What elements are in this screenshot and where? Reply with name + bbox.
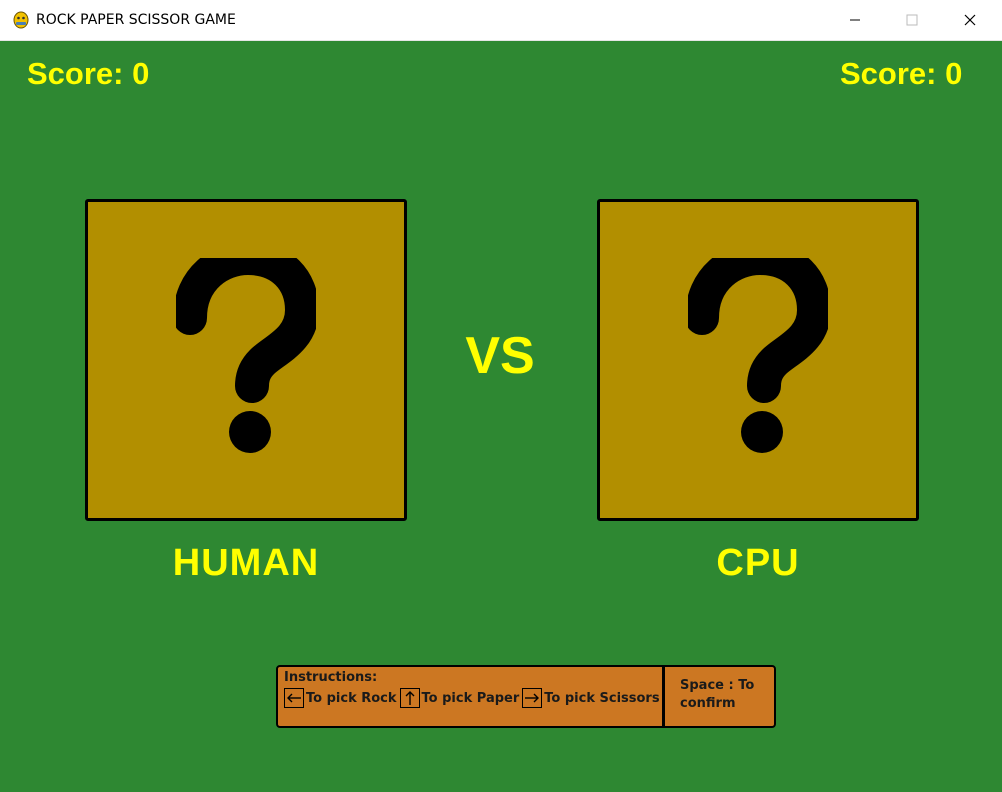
instructions-row: To pick Rock To pick Paper To pick Sciss…	[284, 688, 660, 708]
cpu-choice-card	[597, 199, 919, 521]
maximize-button[interactable]	[883, 0, 941, 40]
window-titlebar: ROCK PAPER SCISSOR GAME	[0, 0, 1002, 41]
rock-instruction: To pick Rock	[306, 690, 397, 706]
window-title: ROCK PAPER SCISSOR GAME	[36, 12, 236, 28]
close-button[interactable]	[941, 0, 999, 40]
instructions-title: Instructions:	[284, 670, 378, 685]
minimize-button[interactable]	[826, 0, 884, 40]
scissors-instruction: To pick Scissors	[544, 690, 660, 706]
cpu-score: Score: 0	[840, 56, 963, 91]
human-label: HUMAN	[172, 542, 320, 584]
human-choice-card	[85, 199, 407, 521]
paper-instruction: To pick Paper	[421, 690, 520, 706]
python-icon	[12, 10, 30, 30]
question-mark-icon	[685, 240, 832, 463]
instructions-panel: Instructions: To pick Rock To pick Paper…	[276, 665, 776, 728]
question-mark-icon	[173, 240, 320, 463]
right-arrow-icon	[522, 688, 543, 708]
left-arrow-icon	[284, 688, 304, 708]
instructions-keys: Instructions: To pick Rock To pick Paper…	[278, 667, 665, 726]
cpu-label: CPU	[716, 542, 800, 584]
human-score: Score: 0	[27, 56, 150, 91]
confirm-instruction: Space : To confirm	[680, 678, 755, 711]
up-arrow-icon	[399, 688, 420, 708]
versus-label: VS	[465, 327, 535, 385]
